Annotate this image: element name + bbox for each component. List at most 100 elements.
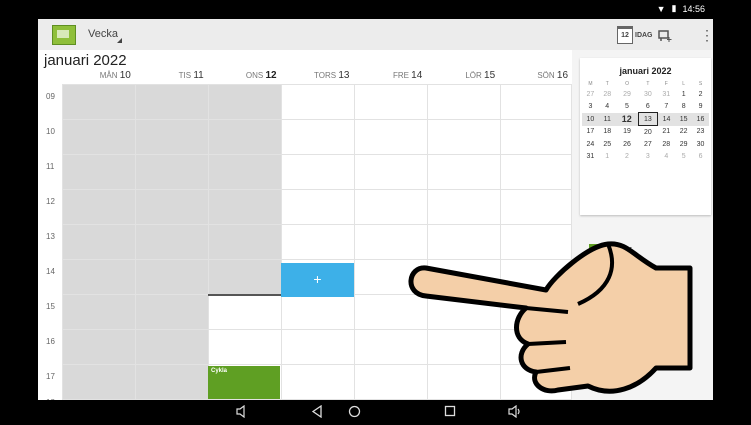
day-headers: MÅN 10 TIS 11 ONS 12 TORS 13 FRE 14 LÖR … (62, 70, 572, 84)
hour-line (62, 224, 572, 225)
app-screen: ▼ ▮ 14:56 Vecka 12 IDAG ⋮ januari 2022 M… (38, 0, 713, 425)
hour-label: 15 (46, 302, 55, 311)
mini-calendar-title: januari 2022 (619, 66, 672, 76)
hour-label: 09 (46, 92, 55, 101)
today-label: IDAG (635, 31, 653, 39)
add-event-icon[interactable] (658, 29, 672, 42)
mini-day[interactable]: 5 (675, 150, 692, 162)
mini-day[interactable]: 8 (675, 100, 692, 113)
mini-day[interactable]: 9 (692, 100, 709, 113)
wifi-icon: ▼ (656, 3, 666, 14)
home-icon[interactable] (348, 405, 361, 421)
current-time-indicator (208, 294, 281, 296)
hour-label: 10 (46, 127, 55, 136)
mini-day[interactable]: 1 (599, 150, 616, 162)
today-button[interactable]: 12 IDAG (617, 26, 653, 44)
day-divider (354, 84, 355, 400)
hour-line (62, 189, 572, 190)
mini-day-selected[interactable]: 13 (637, 112, 658, 126)
day-divider (208, 84, 209, 400)
mini-day[interactable]: 5 (616, 100, 639, 113)
calendar-event[interactable]: Cykla (208, 366, 280, 399)
mini-day[interactable]: 31 (657, 88, 675, 100)
mini-day[interactable]: 24 (582, 138, 599, 150)
mini-day[interactable]: 26 (616, 138, 639, 150)
mini-day[interactable]: 18 (599, 126, 616, 139)
toolbar: Vecka 12 IDAG ⋮ (38, 19, 713, 50)
battery-icon: ▮ (671, 3, 677, 13)
day-divider (62, 84, 63, 400)
day-divider (281, 84, 282, 400)
weekday-label: M (588, 81, 593, 87)
mini-day[interactable]: 14 (657, 112, 676, 126)
mini-day[interactable]: 23 (692, 126, 709, 139)
mini-calendar-grid: M T O T F L S 27 28 29 30 31 1 2 3 4 5 6… (582, 80, 709, 162)
day-header: TIS 11 (178, 70, 204, 81)
weekday-label: F (664, 81, 668, 87)
mini-day[interactable]: 28 (657, 138, 675, 150)
mini-day[interactable]: 29 (675, 138, 692, 150)
hour-label: 12 (46, 197, 55, 206)
navigation-bar (38, 400, 713, 425)
dropdown-arrow-icon[interactable] (117, 38, 122, 43)
mini-day[interactable]: 29 (616, 88, 639, 100)
mini-day[interactable]: 17 (582, 126, 599, 139)
day-header: LÖR 15 (465, 70, 496, 81)
view-selector[interactable]: Vecka (88, 28, 118, 40)
mini-day[interactable]: 7 (657, 100, 675, 113)
mini-day[interactable]: 4 (599, 100, 616, 113)
mini-day[interactable]: 16 (692, 112, 709, 126)
mini-calendar: januari 2022 M T O T F L S 27 28 29 30 3… (580, 58, 711, 215)
mini-day[interactable]: 31 (582, 150, 599, 162)
mini-day[interactable]: 30 (692, 138, 709, 150)
volume-down-icon[interactable] (236, 404, 248, 421)
mini-day[interactable]: 2 (692, 88, 709, 100)
mini-day[interactable]: 10 (582, 112, 599, 126)
mini-day[interactable]: 6 (692, 150, 709, 162)
volume-up-icon[interactable] (508, 404, 522, 421)
day-divider (135, 84, 136, 400)
hour-label: 16 (46, 337, 55, 346)
hour-line (62, 119, 572, 120)
mini-day[interactable]: 27 (582, 88, 599, 100)
weekday-label: O (625, 81, 629, 87)
new-event-slot[interactable]: + (281, 263, 354, 297)
mini-day[interactable]: 1 (675, 88, 692, 100)
month-title: januari 2022 (44, 52, 127, 69)
hour-label: 11 (46, 162, 55, 171)
mini-day[interactable]: 19 (616, 126, 639, 139)
weekday-label: T (605, 81, 609, 87)
mini-day[interactable]: 20 (638, 126, 657, 139)
day-header: FRE 14 (392, 70, 423, 81)
mini-day-today[interactable]: 12 (615, 112, 639, 126)
back-icon[interactable] (311, 404, 323, 421)
mini-day[interactable]: 11 (598, 112, 616, 126)
weekday-label: T (646, 81, 650, 87)
mini-day[interactable]: 27 (638, 138, 657, 150)
mini-day[interactable]: 28 (599, 88, 616, 100)
today-calendar-icon: 12 (617, 26, 633, 44)
day-header: SÖN 16 (537, 70, 569, 81)
day-header: TORS 13 (314, 70, 350, 81)
overflow-menu-icon[interactable]: ⋮ (700, 27, 713, 44)
status-bar: ▼ ▮ 14:56 (38, 0, 713, 19)
past-time-area (62, 84, 281, 210)
app-logo-icon[interactable] (52, 25, 76, 45)
recents-icon[interactable] (444, 405, 456, 420)
day-header-today: ONS 12 (245, 70, 277, 81)
mini-day[interactable]: 3 (638, 150, 657, 162)
past-time-area (208, 210, 281, 294)
mini-day[interactable]: 30 (638, 88, 657, 100)
mini-day[interactable]: 2 (616, 150, 639, 162)
hour-line (62, 154, 572, 155)
mini-day[interactable]: 21 (657, 126, 675, 139)
mini-day[interactable]: 15 (675, 112, 693, 126)
mini-day[interactable]: 4 (657, 150, 675, 162)
mini-day[interactable]: 3 (582, 100, 599, 113)
mini-day[interactable]: 22 (675, 126, 692, 139)
hour-label: 13 (46, 232, 55, 241)
mini-day[interactable]: 25 (599, 138, 616, 150)
mini-day[interactable]: 6 (638, 100, 657, 113)
hour-label: 14 (46, 267, 55, 276)
status-time: 14:56 (682, 3, 705, 14)
